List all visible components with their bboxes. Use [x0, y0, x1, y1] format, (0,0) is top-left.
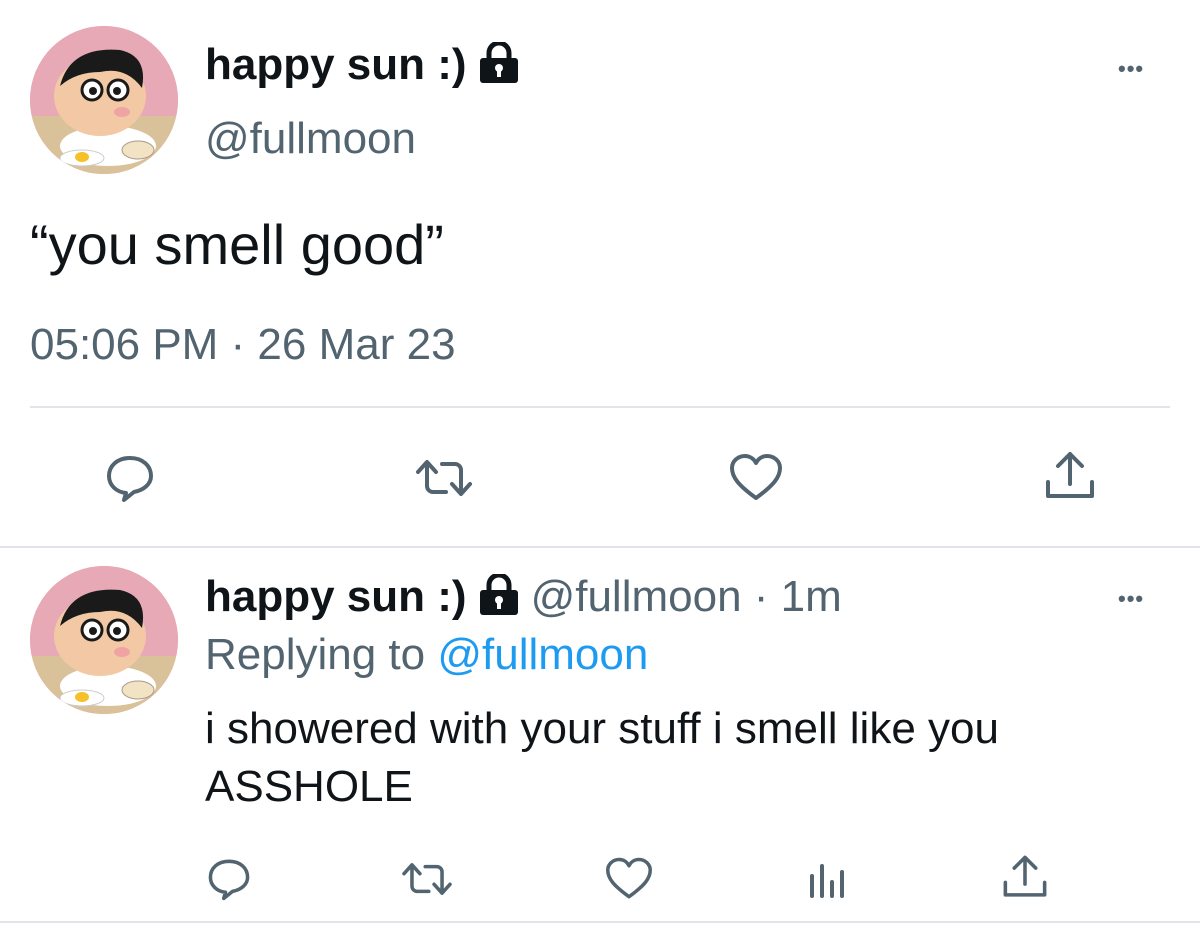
reply-text-line-2: ASSHOLE — [205, 762, 413, 811]
tweet-text: “you smell good” — [30, 213, 444, 276]
retweet-icon[interactable] — [398, 856, 456, 902]
separator: · — [741, 572, 781, 621]
replying-handle-link[interactable]: @fullmoon — [437, 630, 648, 679]
time-ago[interactable]: 1m — [781, 572, 842, 621]
like-icon[interactable] — [728, 452, 784, 504]
share-icon[interactable] — [1000, 852, 1050, 902]
reply-icon[interactable] — [206, 856, 252, 902]
avatar[interactable] — [30, 566, 178, 714]
more-icon[interactable]: ••• — [1118, 56, 1144, 82]
lock-icon — [477, 40, 521, 89]
analytics-icon[interactable] — [806, 858, 850, 902]
handle[interactable]: @fullmoon — [531, 572, 742, 621]
share-icon[interactable] — [1042, 448, 1098, 504]
handle[interactable]: @fullmoon — [205, 114, 416, 164]
avatar[interactable] — [30, 26, 178, 174]
like-icon[interactable] — [604, 856, 654, 902]
display-name[interactable]: happy sun :) — [205, 572, 467, 622]
lock-icon — [477, 572, 521, 621]
retweet-icon[interactable] — [412, 452, 476, 504]
divider — [0, 921, 1200, 923]
divider — [30, 406, 1170, 408]
replying-prefix: Replying to — [205, 630, 438, 679]
replying-to: Replying to @fullmoon — [205, 630, 648, 680]
timestamp[interactable]: 05:06 PM · 26 Mar 23 — [30, 320, 456, 370]
more-icon[interactable]: ••• — [1118, 586, 1144, 612]
reply-icon[interactable] — [104, 452, 156, 504]
avatar-image — [30, 26, 178, 174]
reply-text-line-1: i showered with your stuff i smell like … — [205, 704, 999, 753]
display-name[interactable]: happy sun :) — [205, 40, 467, 90]
avatar-image — [30, 566, 178, 714]
divider — [0, 546, 1200, 548]
